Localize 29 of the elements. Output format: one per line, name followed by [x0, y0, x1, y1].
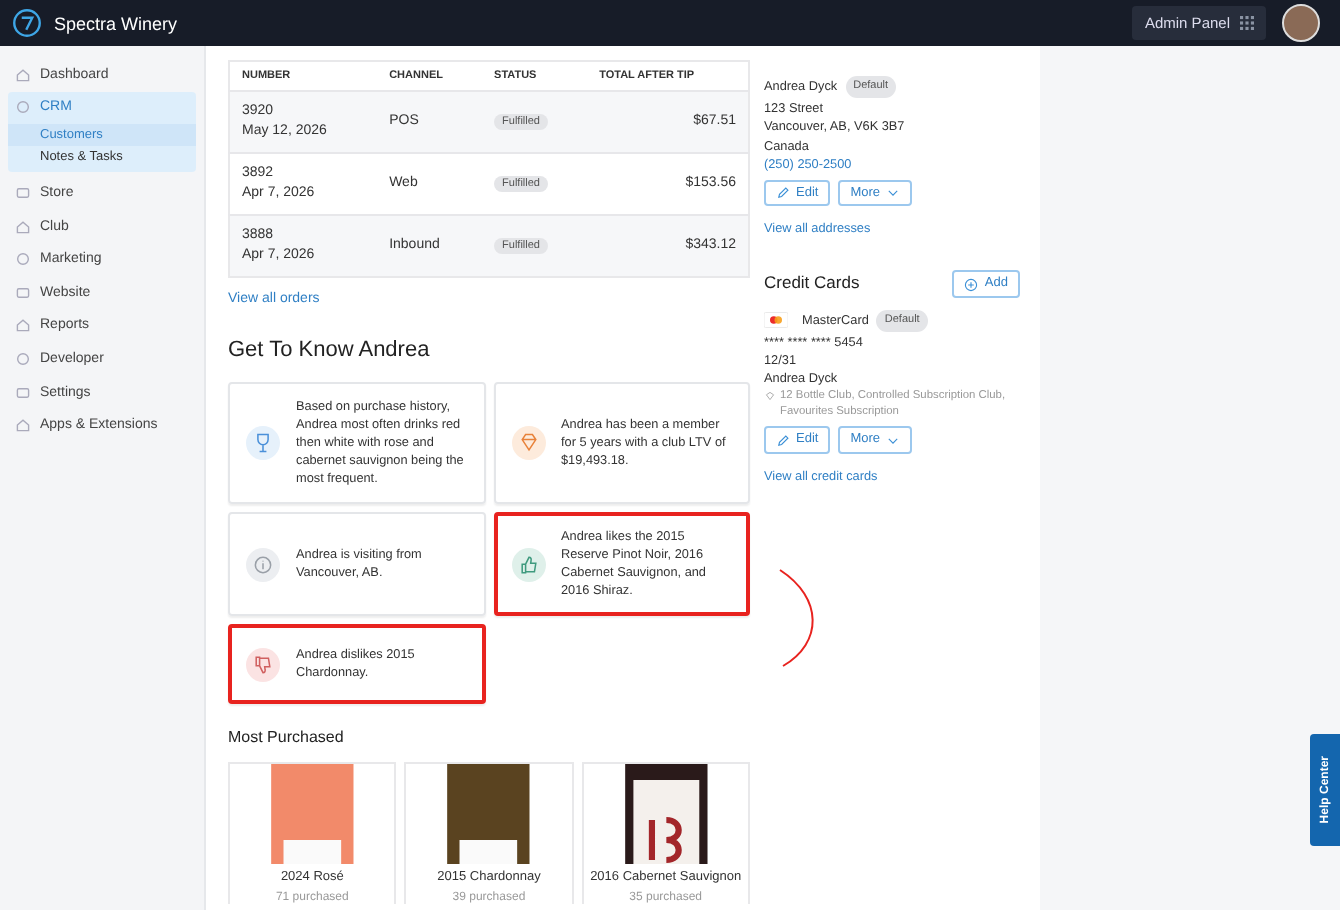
like-icon [511, 547, 545, 581]
pencil-icon [776, 186, 790, 201]
section-title: Most Purchased [228, 728, 346, 746]
chevron-down-icon [886, 433, 901, 448]
logo-icon [12, 8, 42, 38]
chevron-down-icon [886, 186, 901, 201]
nav-icon [16, 100, 30, 115]
nav-icon [16, 219, 30, 234]
plus-circle-icon [964, 277, 979, 292]
club-icon [764, 390, 776, 403]
grid-icon [1240, 16, 1254, 30]
nav-icon [16, 385, 30, 400]
nav-icon [16, 318, 30, 333]
dislike-icon [246, 647, 280, 681]
info-icon [246, 547, 280, 581]
brand-name: Spectra Winery [54, 13, 178, 33]
nav-icon [16, 285, 30, 300]
avatar[interactable] [1282, 4, 1320, 42]
card-logo-icon [764, 312, 788, 329]
gem-icon [511, 426, 545, 460]
pencil-icon [776, 433, 790, 448]
nav-icon [16, 418, 30, 433]
wine-icon [246, 426, 280, 460]
nav-icon [16, 252, 30, 267]
nav-icon [16, 185, 30, 200]
nav-icon [16, 351, 30, 366]
section-title: Credit Cards [764, 274, 860, 294]
section-title: Get To Know Andrea [228, 338, 432, 362]
nav-icon [16, 67, 30, 82]
